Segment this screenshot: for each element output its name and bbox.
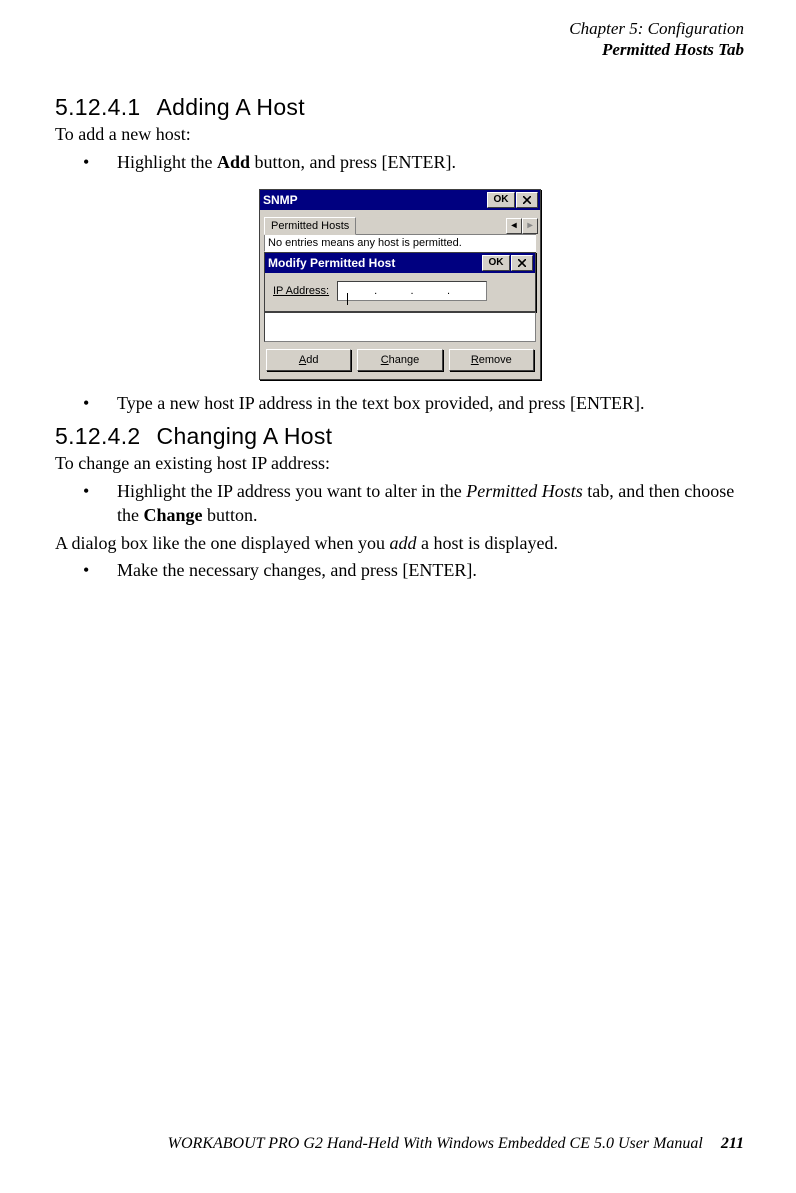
close-icon bbox=[523, 196, 531, 204]
snmp-ok-button[interactable]: OK bbox=[487, 192, 515, 208]
button-row: Add Change Remove bbox=[260, 342, 540, 379]
snmp-window: SNMP OK Permitted Hosts ◂ ▸ No entries m… bbox=[259, 189, 541, 380]
remove-button[interactable]: Remove bbox=[449, 349, 534, 371]
page-content: 5.12.4.1 Adding A Host To add a new host:… bbox=[55, 88, 745, 587]
section-2-num: 5.12.4.2 bbox=[55, 423, 141, 449]
modify-host-dialog: Modify Permitted Host OK IP Address: . bbox=[264, 252, 536, 312]
page-footer: WORKABOUT PRO G2 Hand-Held With Windows … bbox=[168, 1135, 744, 1153]
section-2-bullet-2: Make the necessary changes, and press [E… bbox=[55, 559, 745, 583]
info-text: No entries means any host is permitted. bbox=[264, 234, 536, 252]
close-icon bbox=[518, 259, 526, 267]
screenshot-figure: SNMP OK Permitted Hosts ◂ ▸ No entries m… bbox=[55, 189, 745, 380]
section-1-intro: To add a new host: bbox=[55, 123, 745, 147]
tab-scroll-left-button[interactable]: ◂ bbox=[506, 218, 522, 234]
add-button[interactable]: Add bbox=[266, 349, 351, 371]
dialog-close-button[interactable] bbox=[511, 255, 533, 271]
section-2-intro: To change an existing host IP address: bbox=[55, 452, 745, 476]
tab-scroll-right-button[interactable]: ▸ bbox=[522, 218, 538, 234]
section-1-bullet-2: Type a new host IP address in the text b… bbox=[55, 392, 745, 416]
dialog-ok-button[interactable]: OK bbox=[482, 255, 510, 271]
section-1-heading: 5.12.4.1 Adding A Host bbox=[55, 94, 745, 121]
section-1-title: Adding A Host bbox=[157, 94, 305, 120]
section-1-bullet-1: Highlight the Add button, and press [ENT… bbox=[55, 151, 745, 175]
section-2-heading: 5.12.4.2 Changing A Host bbox=[55, 423, 745, 450]
ip-address-label: IP Address: bbox=[273, 285, 329, 297]
footer-text: WORKABOUT PRO G2 Hand-Held With Windows … bbox=[168, 1135, 703, 1153]
snmp-close-button[interactable] bbox=[516, 192, 538, 208]
snmp-titlebar: SNMP OK bbox=[260, 190, 540, 210]
page-header: Chapter 5: Configuration Permitted Hosts… bbox=[569, 18, 744, 61]
section-2-bullet-1: Highlight the IP address you want to alt… bbox=[55, 480, 745, 528]
page-number: 211 bbox=[721, 1135, 744, 1153]
dialog-body: IP Address: . . . bbox=[265, 273, 535, 311]
dialog-titlebar: Modify Permitted Host OK bbox=[265, 253, 535, 273]
change-button[interactable]: Change bbox=[357, 349, 442, 371]
section-2-title: Changing A Host bbox=[157, 423, 333, 449]
dialog-title: Modify Permitted Host bbox=[268, 256, 395, 270]
tab-scroll-controls: ◂ ▸ bbox=[506, 218, 538, 234]
hosts-list-area[interactable] bbox=[264, 312, 536, 342]
section-2-para: A dialog box like the one displayed when… bbox=[55, 532, 745, 556]
section-1-num: 5.12.4.1 bbox=[55, 94, 141, 120]
header-subtitle: Permitted Hosts Tab bbox=[569, 39, 744, 60]
tab-permitted-hosts[interactable]: Permitted Hosts bbox=[264, 217, 356, 235]
chapter-line: Chapter 5: Configuration bbox=[569, 18, 744, 39]
tab-row: Permitted Hosts ◂ ▸ bbox=[260, 210, 540, 234]
ip-address-input[interactable]: . . . bbox=[337, 281, 487, 301]
snmp-title: SNMP bbox=[263, 193, 298, 207]
